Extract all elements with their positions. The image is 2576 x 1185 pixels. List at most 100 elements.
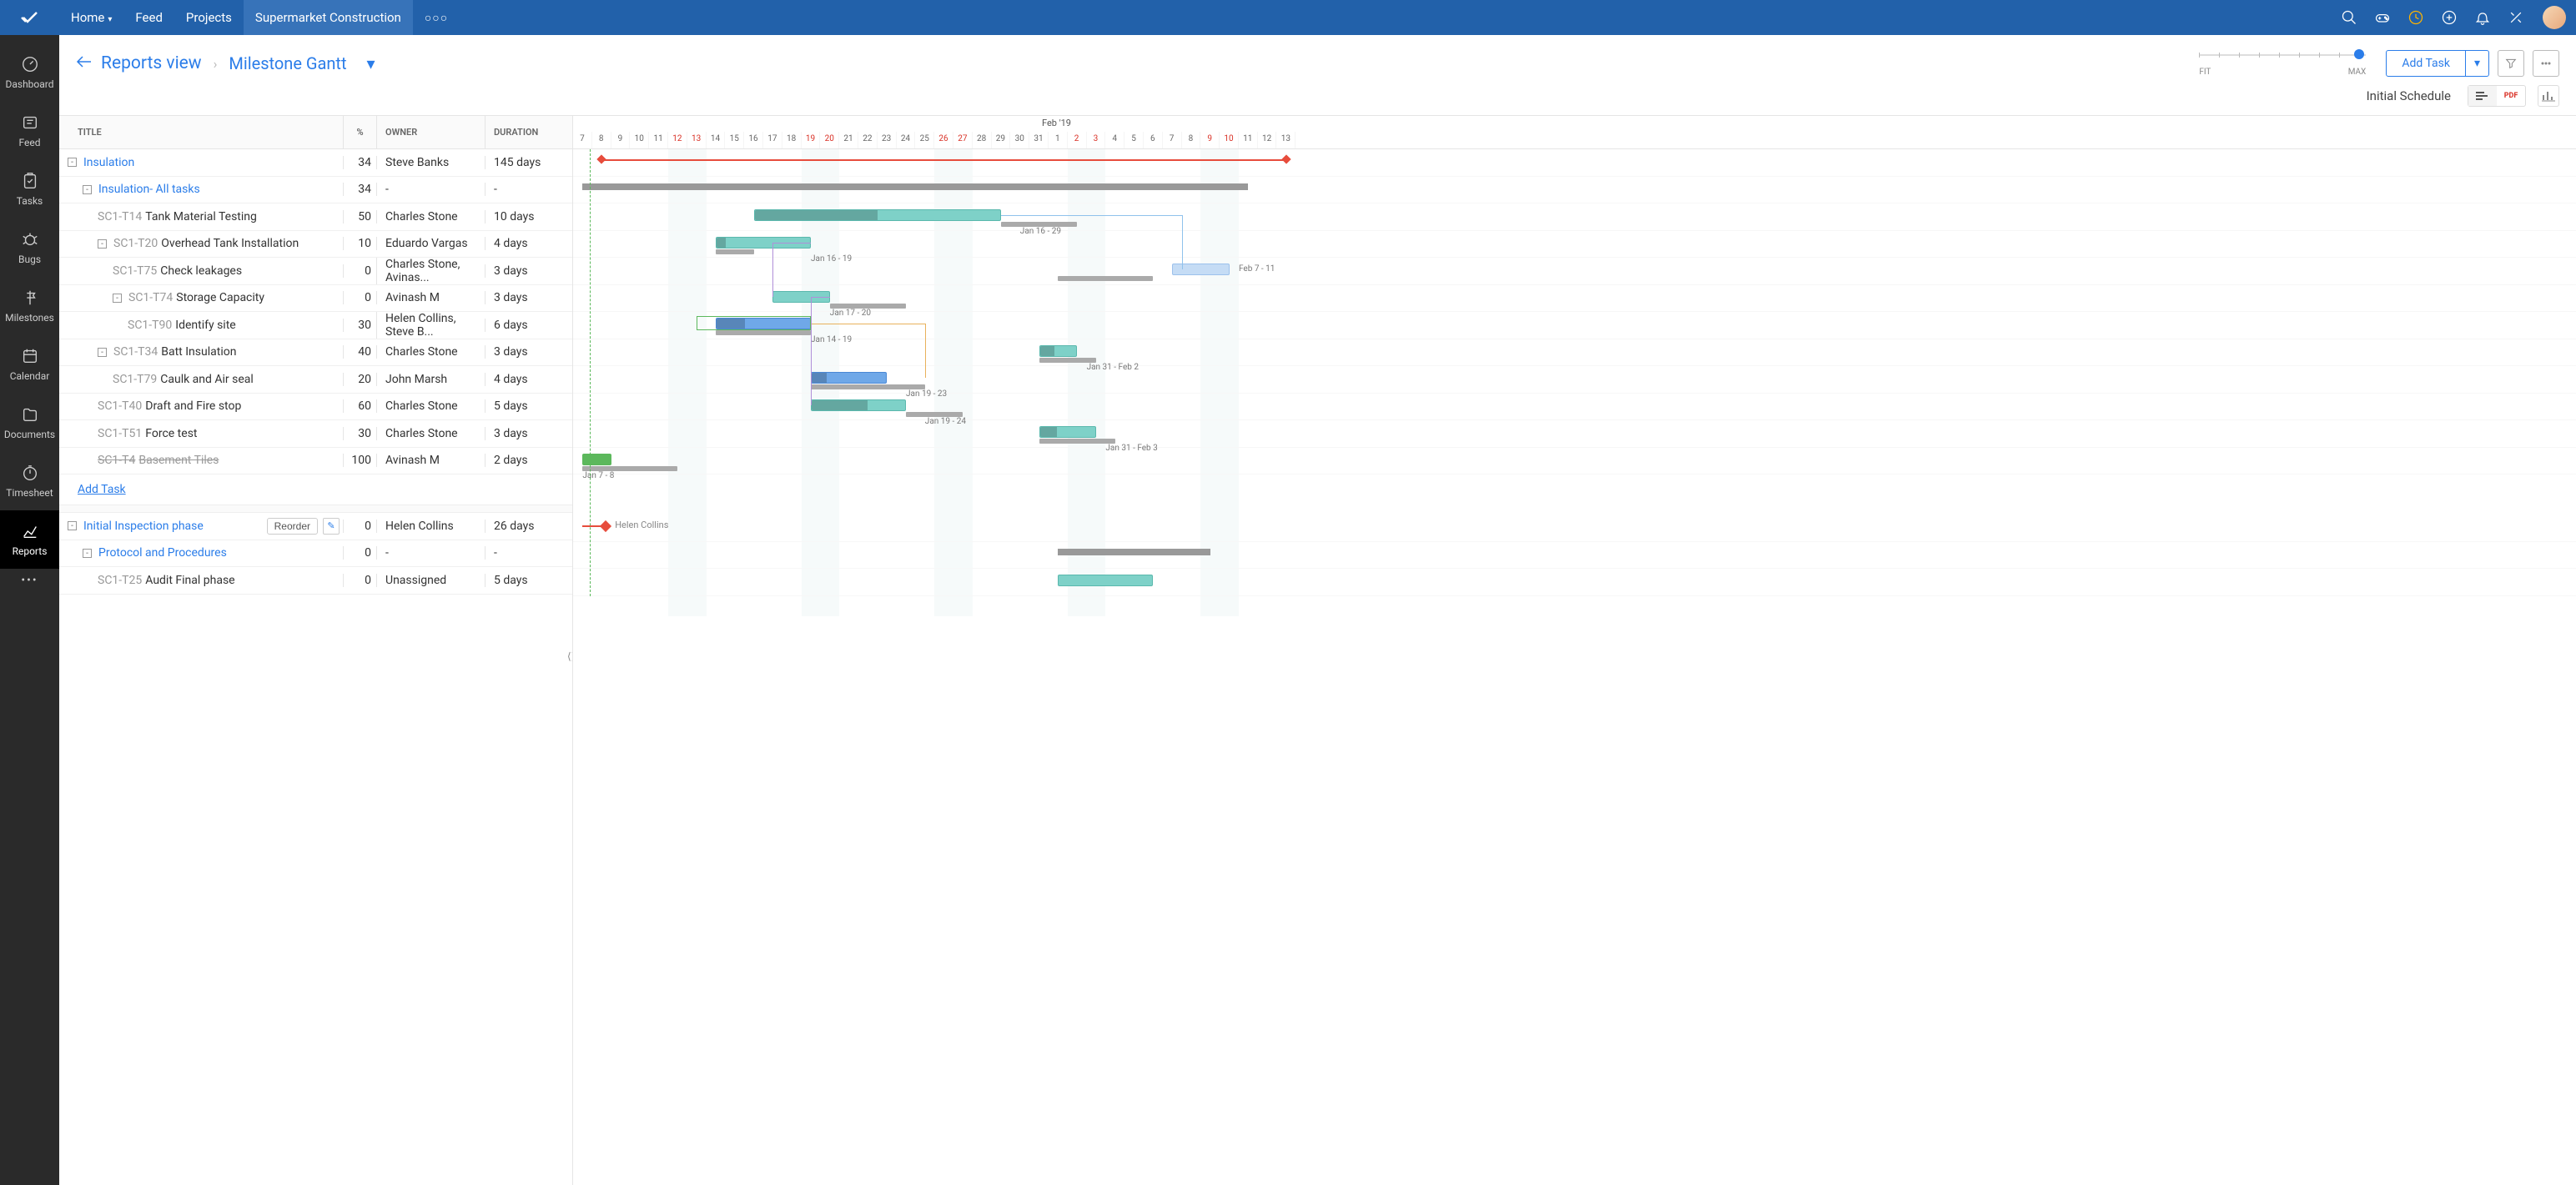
reorder-button[interactable]: Reorder xyxy=(267,518,318,535)
baseline-bar xyxy=(1058,276,1153,281)
nav-more-icon[interactable]: ○○○ xyxy=(413,11,460,25)
app-logo[interactable] xyxy=(0,0,59,35)
table-row[interactable]: SC1-T25Audit Final phase0Unassigned5 day… xyxy=(59,567,572,595)
owner-cell: - xyxy=(376,183,485,196)
expand-toggle[interactable]: - xyxy=(68,158,77,167)
task-id: SC1-T20 xyxy=(113,237,158,250)
add-task-link[interactable]: Add Task xyxy=(78,483,126,496)
more-actions-icon[interactable] xyxy=(2533,50,2559,77)
table-row[interactable]: -Insulation34Steve Banks145 days xyxy=(59,149,572,177)
sidebar-item-tasks[interactable]: Tasks xyxy=(0,160,59,218)
tools-icon[interactable] xyxy=(2499,0,2533,35)
gantt-bar[interactable] xyxy=(811,372,887,384)
expand-toggle[interactable]: - xyxy=(68,521,77,530)
search-icon[interactable] xyxy=(2332,0,2366,35)
expand-toggle[interactable]: - xyxy=(113,294,122,303)
table-row[interactable]: SC1-T75Check leakages0Charles Stone, Avi… xyxy=(59,258,572,285)
owner-cell: - xyxy=(376,546,485,560)
gantt-bar[interactable] xyxy=(582,454,611,465)
task-id: SC1-T14 xyxy=(98,210,142,223)
expand-toggle[interactable]: - xyxy=(98,239,107,249)
table-row[interactable]: -Protocol and Procedures0-- xyxy=(59,540,572,568)
back-arrow-icon[interactable] xyxy=(76,56,91,71)
task-id: SC1-T51 xyxy=(98,427,142,440)
export-list-icon[interactable] xyxy=(2468,86,2497,106)
expand-toggle[interactable]: - xyxy=(98,348,107,357)
summary-bar[interactable] xyxy=(1058,549,1210,555)
clock-icon[interactable] xyxy=(2399,0,2433,35)
day-cell: 7 xyxy=(1163,132,1182,148)
table-row[interactable]: -SC1-T34Batt Insulation40Charles Stone3 … xyxy=(59,339,572,367)
nav-feed[interactable]: Feed xyxy=(123,0,174,35)
gantt-bar[interactable] xyxy=(772,291,829,303)
table-row[interactable]: SC1-T14Tank Material Testing50Charles St… xyxy=(59,203,572,231)
table-row[interactable]: -SC1-T74Storage Capacity0Avinash M3 days xyxy=(59,285,572,313)
gantt-bar[interactable] xyxy=(1039,426,1096,438)
sidebar-item-bugs[interactable]: Bugs xyxy=(0,218,59,277)
gamepad-icon[interactable] xyxy=(2366,0,2399,35)
sidebar-item-documents[interactable]: Documents xyxy=(0,394,59,452)
gantt-bar[interactable] xyxy=(1058,575,1153,586)
summary-bar[interactable] xyxy=(582,183,1248,190)
nav-current-project[interactable]: Supermarket Construction xyxy=(244,0,413,35)
chart-view-icon[interactable] xyxy=(2538,85,2559,107)
table-row[interactable]: SC1-T4Basement Tiles100Avinash M2 days xyxy=(59,448,572,475)
milestone-range[interactable] xyxy=(601,159,1286,161)
day-cell: 19 xyxy=(802,132,821,148)
edit-icon[interactable]: ✎ xyxy=(323,518,340,535)
day-cell: 10 xyxy=(1220,132,1239,148)
percent-cell: 100 xyxy=(343,454,376,467)
sidebar-item-dashboard[interactable]: Dashboard xyxy=(0,43,59,102)
col-duration-header[interactable]: DURATION xyxy=(485,116,572,148)
add-icon[interactable] xyxy=(2433,0,2466,35)
duration-cell: 2 days xyxy=(485,454,572,467)
table-row[interactable]: SC1-T90Identify site30Helen Collins, Ste… xyxy=(59,312,572,339)
owner-cell: Charles Stone xyxy=(376,399,485,413)
table-row[interactable]: SC1-T79Caulk and Air seal20John Marsh4 d… xyxy=(59,366,572,394)
view-dropdown[interactable]: Milestone Gantt ▾ xyxy=(229,53,375,73)
table-row[interactable]: SC1-T40Draft and Fire stop60Charles Ston… xyxy=(59,394,572,421)
splitter-handle[interactable]: ⟨⟩ xyxy=(567,650,573,667)
sidebar-item-milestones[interactable]: Milestones xyxy=(0,277,59,335)
nav-home[interactable]: Home▾ xyxy=(59,0,123,35)
sidebar-item-calendar[interactable]: Calendar xyxy=(0,335,59,394)
task-title: Batt Insulation xyxy=(161,345,236,359)
caret-down-icon[interactable]: ▾ xyxy=(2465,51,2488,76)
bell-icon[interactable] xyxy=(2466,0,2499,35)
gantt-bar[interactable] xyxy=(1039,345,1078,357)
gantt-bar[interactable] xyxy=(1172,264,1229,275)
gantt-timeline[interactable]: Feb '19 78910111213141516171819202122232… xyxy=(573,116,2576,1185)
col-percent-header[interactable]: % xyxy=(343,116,376,148)
table-row[interactable]: -SC1-T20Overhead Tank Installation10Edua… xyxy=(59,231,572,259)
breadcrumb-reports[interactable]: Reports view xyxy=(101,53,202,73)
nav-projects[interactable]: Projects xyxy=(174,0,244,35)
day-cell: 26 xyxy=(934,132,953,148)
expand-toggle[interactable]: - xyxy=(83,549,92,558)
table-row[interactable]: -Initial Inspection phaseReorder✎0Helen … xyxy=(59,513,572,540)
zoom-slider[interactable]: FITMAX xyxy=(2199,51,2366,77)
gantt-bar[interactable] xyxy=(811,399,906,411)
gantt-row xyxy=(573,569,2576,596)
gantt-bar[interactable] xyxy=(754,209,1001,221)
col-title-header[interactable]: TITLE xyxy=(59,116,343,148)
sidebar-item-timesheet[interactable]: Timesheet xyxy=(0,452,59,510)
add-task-button[interactable]: Add Task ▾ xyxy=(2386,50,2489,77)
gantt-row: Jan 17 - 20 xyxy=(573,285,2576,313)
day-cell: 9 xyxy=(611,132,631,148)
user-avatar[interactable] xyxy=(2543,6,2566,29)
table-row[interactable]: -Insulation- All tasks34-- xyxy=(59,177,572,204)
task-id: SC1-T40 xyxy=(98,399,142,413)
sidebar-item-feed[interactable]: Feed xyxy=(0,102,59,160)
gantt-bar[interactable] xyxy=(716,237,811,249)
filter-icon[interactable] xyxy=(2498,50,2524,77)
milestone-diamond[interactable] xyxy=(600,520,611,532)
table-row[interactable]: SC1-T51Force test30Charles Stone3 days xyxy=(59,420,572,448)
expand-toggle[interactable]: - xyxy=(83,185,92,194)
day-cell: 13 xyxy=(1276,132,1296,148)
col-owner-header[interactable]: OWNER xyxy=(376,116,485,148)
sidebar-more-icon[interactable]: ••• xyxy=(21,574,38,587)
day-cell: 3 xyxy=(1087,132,1106,148)
milestone-owner-label: Helen Collins xyxy=(615,520,668,530)
sidebar-item-reports[interactable]: Reports xyxy=(0,510,59,569)
export-pdf-icon[interactable]: PDF xyxy=(2497,86,2525,106)
